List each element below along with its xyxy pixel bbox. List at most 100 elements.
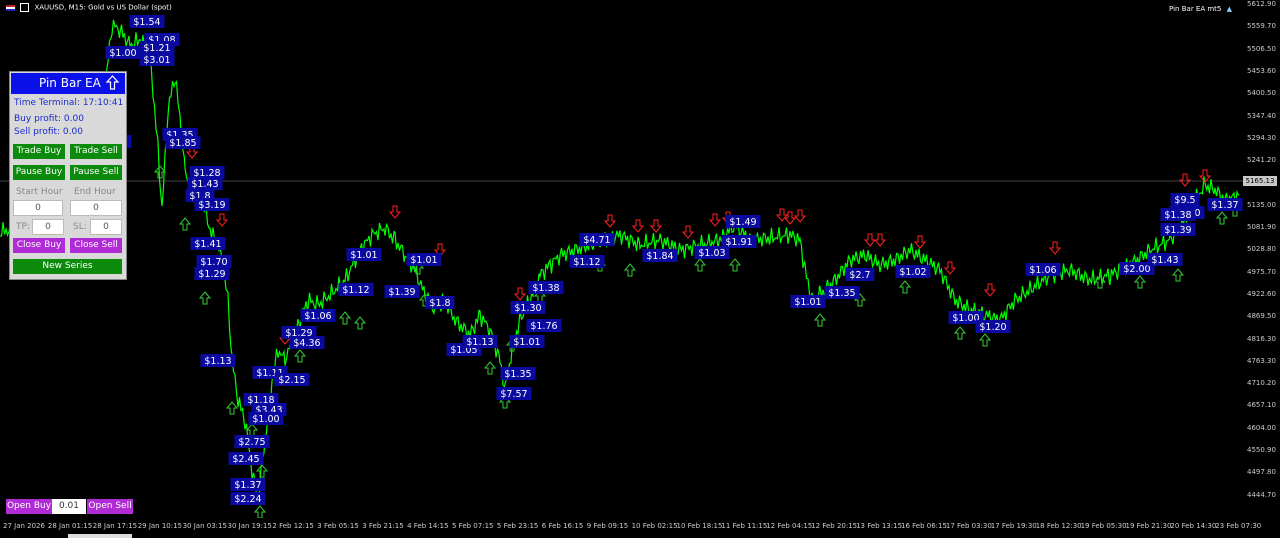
trade-profit-label-text: $1.38 — [1164, 210, 1191, 221]
trade-buy-button[interactable]: Trade Buy — [13, 144, 65, 159]
time-axis[interactable]: 27 Jan 2026 28 Jan 01:15 28 Jan 17:15 29 Ja… — [0, 518, 1261, 538]
time-axis-label: 20 Feb 14:30 — [1170, 522, 1217, 530]
trade-profit-label: $1.01 — [346, 248, 382, 261]
sell-arrow-icon — [783, 211, 797, 225]
trade-profit-label: $1.00 — [105, 46, 141, 59]
price-axis[interactable]: 5612.90 5559.70 5506.50 5453.60 5400.50 5347.… — [1243, 0, 1280, 516]
sell-arrow-icon — [513, 287, 527, 301]
sell-arrow-icon — [649, 219, 663, 233]
new-series-button[interactable]: New Series — [13, 259, 122, 274]
trade-profit-label-text: $1.29 — [198, 269, 225, 280]
buy-arrow-icon — [728, 258, 742, 272]
trade-profit-label: $1.85 — [165, 136, 201, 149]
trade-profit-label: $1.12 — [569, 255, 605, 268]
trade-profit-label: $1.02 — [895, 265, 931, 278]
time-axis-label: 5 Feb 23:15 — [496, 522, 539, 530]
sell-arrow-icon — [913, 235, 927, 249]
trade-profit-label-text: $1.76 — [530, 321, 557, 332]
trade-profit-label-text: $1.41 — [194, 239, 221, 250]
open-buy-button[interactable]: Open Buy — [6, 499, 52, 514]
sell-arrow-icon — [1178, 173, 1192, 187]
ea-panel-header[interactable]: Pin Bar EA — [11, 73, 125, 94]
buy-arrow-icon — [255, 464, 269, 478]
trade-profit-label-text: $1.35 — [828, 288, 855, 299]
trade-profit-label-text: $1.54 — [133, 17, 160, 28]
trade-profit-label: $1.39 — [384, 285, 420, 298]
trade-profit-label-text: $2.45 — [232, 454, 259, 465]
trade-profit-label: $1.13 — [462, 335, 498, 348]
trade-profit-label: $1.91 — [721, 235, 757, 248]
price-axis-label: 5028.80 — [1247, 245, 1276, 254]
buy-arrow-icon — [978, 333, 992, 347]
trade-profit-label-text: $1.8 — [429, 298, 450, 309]
time-terminal: Time Terminal: 17:10:41 — [14, 98, 124, 108]
trade-profit-label: $1.21 — [139, 41, 175, 54]
buy-arrow-icon — [353, 316, 367, 330]
trade-profit-label-text: $1.39 — [1164, 225, 1191, 236]
trade-profit-label-text: $3.19 — [198, 200, 225, 211]
start-hour-input[interactable]: 0 — [13, 200, 63, 216]
collapse-arrow-icon[interactable] — [105, 75, 120, 90]
trade-profit-label: $1.41 — [190, 237, 226, 250]
sell-arrow-icon — [863, 233, 877, 247]
trade-profit-label-text: $1.70 — [200, 257, 227, 268]
price-axis-label: 5294.30 — [1247, 133, 1276, 142]
trade-sell-button[interactable]: Trade Sell — [70, 144, 122, 159]
price-axis-label: 4710.20 — [1247, 379, 1276, 388]
price-axis-label: 5612.90 — [1247, 0, 1276, 8]
chart-scroll-tab[interactable] — [68, 534, 132, 538]
trade-profit-label-text: $1.13 — [466, 337, 493, 348]
ea-tag-text: Pin Bar EA mt5 — [1169, 5, 1222, 13]
trade-profit-label: $1.38 — [1160, 208, 1196, 221]
buy-arrow-icon — [483, 361, 497, 375]
trade-profit-label: $1.12 — [338, 283, 374, 296]
time-axis-label: 3 Feb 05:15 — [317, 522, 359, 530]
trade-profit-label: $3.19 — [194, 198, 230, 211]
lot-size-input[interactable]: 0.01 — [52, 499, 86, 514]
sl-label: SL: — [73, 222, 87, 232]
open-sell-button[interactable]: Open Sell — [87, 499, 133, 514]
trade-profit-label-text: $7.57 — [500, 389, 527, 400]
start-hour-label: Start Hour — [16, 187, 63, 197]
price-chart[interactable]: $1.54$1.08$1.21$3.01$1.00$1.35$1.85$1.29… — [0, 0, 1243, 518]
trade-profit-label: $1.84 — [642, 249, 678, 262]
sell-arrow-icon — [388, 205, 402, 219]
trade-profit-label: $1.43 — [187, 177, 223, 190]
time-axis-label: 4 Feb 14:15 — [407, 522, 449, 530]
buy-arrow-icon — [693, 258, 707, 272]
tp-label: TP: — [16, 222, 30, 232]
time-axis-label: 28 Jan 17:15 — [92, 522, 138, 530]
chart-mode-icon[interactable] — [20, 3, 30, 12]
trade-profit-label: $1.06 — [300, 309, 336, 322]
price-axis-label: 4497.80 — [1247, 468, 1276, 477]
trade-profit-label: $1.20 — [975, 320, 1011, 333]
sell-arrow-icon — [1048, 241, 1062, 255]
trade-profit-label: $7.57 — [496, 387, 532, 400]
time-axis-label: 6 Feb 16:15 — [541, 522, 584, 530]
pause-buy-button[interactable]: Pause Buy — [13, 165, 65, 180]
sell-arrow-icon — [215, 213, 229, 227]
trade-profit-label: $1.01 — [790, 295, 826, 308]
tp-input[interactable]: 0 — [32, 219, 64, 235]
trade-profit-label: $1.35 — [500, 367, 536, 380]
time-axis-label: 28 Jan 01:15 — [47, 522, 93, 530]
close-sell-button[interactable]: Close Sell — [70, 238, 122, 253]
trade-profit-label: $1.49 — [725, 215, 761, 228]
trade-profit-label: $1.37 — [230, 478, 266, 491]
price-axis-label: 5081.90 — [1247, 223, 1276, 231]
trade-profit-label-text: $1.37 — [1211, 200, 1238, 211]
trade-profit-label-text: $1.02 — [899, 267, 926, 278]
sl-input[interactable]: 0 — [90, 219, 122, 235]
pause-sell-button[interactable]: Pause Sell — [70, 165, 122, 180]
buy-arrow-icon — [198, 291, 212, 305]
trade-profit-label-text: $2.24 — [234, 494, 261, 505]
price-axis-label: 5400.50 — [1247, 89, 1276, 98]
close-buy-button[interactable]: Close Buy — [13, 238, 65, 253]
time-axis-label: 2 Feb 12:15 — [272, 522, 314, 530]
trade-profit-label-text: $9.5 — [1174, 195, 1195, 206]
trade-profit-label: $1.43 — [1147, 253, 1183, 266]
price-axis-label: 4657.10 — [1247, 401, 1276, 410]
end-hour-input[interactable]: 0 — [70, 200, 122, 216]
current-price-tag: 5165.13 — [1243, 176, 1277, 186]
trade-profit-label-text: $1.01 — [410, 255, 437, 266]
